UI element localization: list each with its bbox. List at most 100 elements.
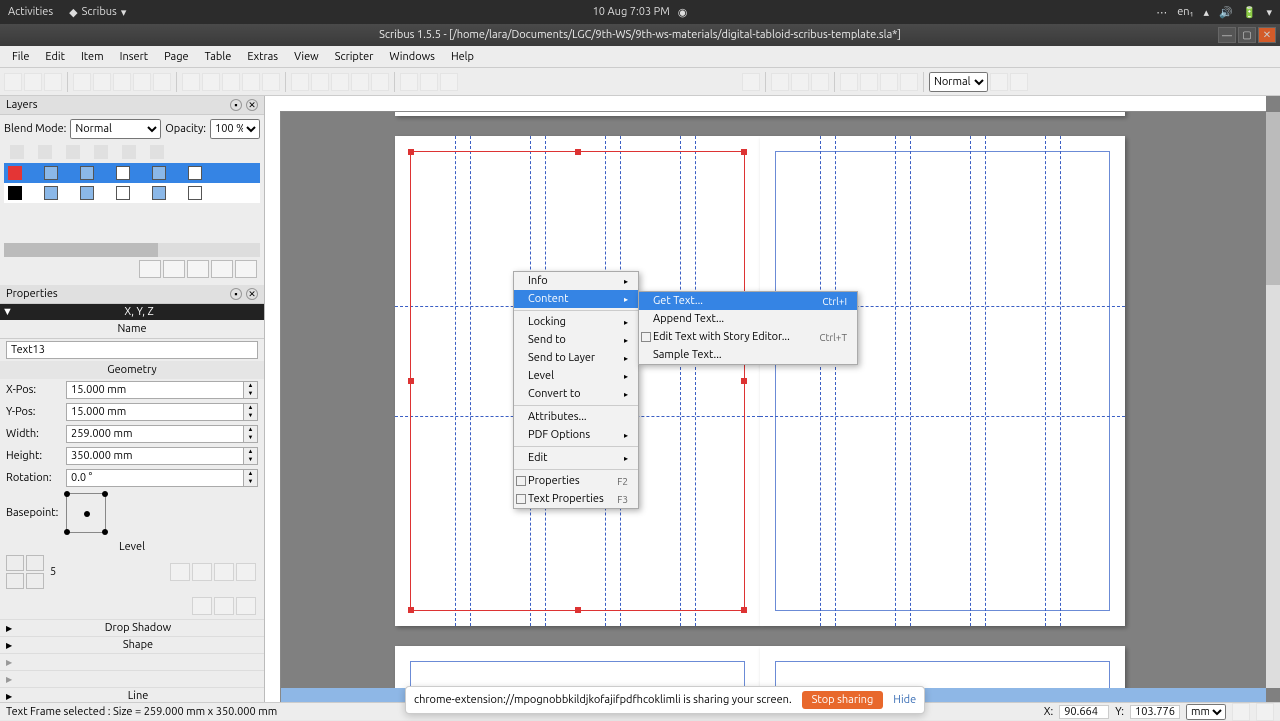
layers-shade-icon[interactable]: ▪ — [230, 99, 242, 111]
menu-scripter[interactable]: Scripter — [327, 49, 382, 65]
unit-select[interactable]: mm — [1186, 704, 1226, 720]
tool-table-icon[interactable] — [153, 73, 171, 91]
menu-edit[interactable]: Edit — [37, 49, 73, 65]
shape-section[interactable]: ▶Shape — [0, 636, 264, 653]
tool-select-icon[interactable] — [73, 73, 91, 91]
status-btn-2[interactable] — [1256, 703, 1274, 721]
width-field[interactable] — [67, 426, 243, 442]
tool-zoom-icon[interactable] — [311, 73, 329, 91]
noprint-button[interactable] — [236, 597, 256, 615]
menu-help[interactable]: Help — [443, 49, 482, 65]
layer-lock-checkbox[interactable] — [116, 166, 130, 180]
hide-share-button[interactable]: Hide — [893, 694, 916, 706]
canvas[interactable]: Info▸ Content▸ Locking▸ Send to▸ Send to… — [265, 96, 1280, 702]
flipv-button[interactable] — [236, 563, 256, 581]
tray-dots-icon[interactable]: ⋯ — [1156, 6, 1167, 19]
name-field[interactable] — [6, 341, 258, 359]
tool-pdf5-icon[interactable] — [840, 73, 858, 91]
activities-button[interactable]: Activities — [8, 6, 53, 19]
tool-freehand-icon[interactable] — [262, 73, 280, 91]
ctx-sample-text[interactable]: Sample Text... — [639, 346, 857, 364]
ctx-send-to[interactable]: Send to▸ — [514, 331, 638, 349]
tool-measure-icon[interactable] — [400, 73, 418, 91]
ctx-edit[interactable]: Edit▸ — [514, 449, 638, 467]
tool-new-icon[interactable] — [4, 73, 22, 91]
ypos-field[interactable] — [67, 404, 243, 420]
tool-open-icon[interactable] — [24, 73, 42, 91]
properties-shade-icon[interactable]: ▪ — [230, 288, 242, 300]
height-field[interactable] — [67, 448, 243, 464]
tool-pdf4-icon[interactable] — [811, 73, 829, 91]
menu-extras[interactable]: Extras — [239, 49, 286, 65]
lang-indicator[interactable]: en₁ — [1177, 6, 1193, 18]
xyz-section-header[interactable]: ▼X, Y, Z — [0, 304, 264, 320]
tool-edit-icon[interactable] — [331, 73, 349, 91]
layer-print-checkbox[interactable] — [80, 166, 94, 180]
blend-mode-select[interactable]: Normal — [70, 119, 161, 139]
fliph-button[interactable] — [214, 563, 234, 581]
menu-insert[interactable]: Insert — [112, 49, 156, 65]
layer-visible-checkbox[interactable] — [44, 166, 58, 180]
status-btn-1[interactable] — [1232, 703, 1250, 721]
ctx-locking[interactable]: Locking▸ — [514, 313, 638, 331]
tool-imageframe-icon[interactable] — [113, 73, 131, 91]
tool-textframe-icon[interactable] — [93, 73, 111, 91]
stop-sharing-button[interactable]: Stop sharing — [802, 691, 884, 709]
maximize-button[interactable]: ▢ — [1238, 27, 1256, 43]
group-button[interactable] — [170, 563, 190, 581]
tool-unlink-icon[interactable] — [371, 73, 389, 91]
menu-item[interactable]: Item — [73, 49, 112, 65]
tool-pdf7-icon[interactable] — [880, 73, 898, 91]
tool-cms-icon[interactable] — [990, 73, 1008, 91]
layer-add-button[interactable] — [139, 260, 161, 278]
level-down-button[interactable] — [6, 573, 24, 589]
ctx-level[interactable]: Level▸ — [514, 367, 638, 385]
properties-close-icon[interactable]: ✕ — [246, 288, 258, 300]
nosize-button[interactable] — [214, 597, 234, 615]
system-menu-icon[interactable]: ▾ — [1266, 6, 1272, 19]
ctx-edit-story[interactable]: Edit Text with Story Editor...Ctrl+T — [639, 328, 857, 346]
ungroup-button[interactable] — [192, 563, 212, 581]
layer-outline-checkbox[interactable] — [188, 166, 202, 180]
ctx-attributes[interactable]: Attributes... — [514, 408, 638, 426]
layer-delete-button[interactable] — [163, 260, 185, 278]
layer-down-button[interactable] — [235, 260, 257, 278]
network-icon[interactable]: ▴ — [1204, 6, 1210, 19]
lock-button[interactable] — [192, 597, 212, 615]
ctx-send-to-layer[interactable]: Send to Layer▸ — [514, 349, 638, 367]
menu-table[interactable]: Table — [197, 49, 240, 65]
ctx-info[interactable]: Info▸ — [514, 272, 638, 290]
tool-eyedrop-icon[interactable] — [440, 73, 458, 91]
volume-icon[interactable]: 🔊 — [1219, 6, 1233, 19]
basepoint-widget[interactable] — [66, 493, 106, 533]
xpos-field[interactable] — [67, 382, 243, 398]
layer-flow-checkbox[interactable] — [152, 186, 166, 200]
close-button[interactable]: ✕ — [1258, 27, 1276, 43]
layer-dup-button[interactable] — [187, 260, 209, 278]
tool-render-icon[interactable] — [133, 73, 151, 91]
menu-page[interactable]: Page — [156, 49, 197, 65]
layer-outline-checkbox[interactable] — [188, 186, 202, 200]
layer-up-button[interactable] — [211, 260, 233, 278]
opacity-select[interactable]: 100 % — [210, 119, 260, 139]
tool-preview-icon[interactable] — [1010, 73, 1028, 91]
ctx-convert-to[interactable]: Convert to▸ — [514, 385, 638, 403]
ctx-pdf-options[interactable]: PDF Options▸ — [514, 426, 638, 444]
tool-pdf1-icon[interactable] — [742, 73, 760, 91]
layer-row[interactable] — [4, 183, 260, 203]
view-mode-select[interactable]: Normal — [929, 72, 988, 92]
tool-line-icon[interactable] — [222, 73, 240, 91]
tool-pdf3-icon[interactable] — [791, 73, 809, 91]
rotation-field[interactable] — [67, 470, 243, 486]
tool-pdf2-icon[interactable] — [771, 73, 789, 91]
ctx-text-properties[interactable]: Text PropertiesF3 — [514, 490, 638, 508]
ctx-content[interactable]: Content▸ — [514, 290, 638, 308]
drop-shadow-section[interactable]: ▶Drop Shadow — [0, 619, 264, 636]
tool-copy-icon[interactable] — [420, 73, 438, 91]
tool-bezier-icon[interactable] — [242, 73, 260, 91]
tool-pdf8-icon[interactable] — [900, 73, 918, 91]
layer-row[interactable] — [4, 163, 260, 183]
layer-print-checkbox[interactable] — [80, 186, 94, 200]
layer-hscroll[interactable] — [4, 243, 260, 257]
tool-shape-icon[interactable] — [182, 73, 200, 91]
